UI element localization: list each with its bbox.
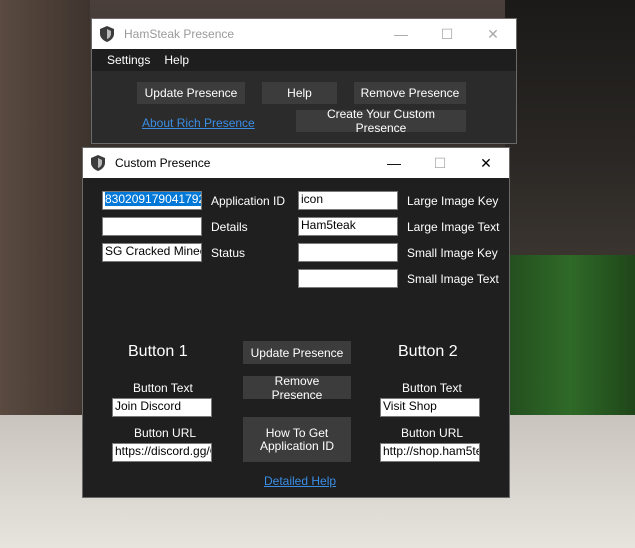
custom-window-titlebar[interactable]: Custom Presence — ☐ ✕	[83, 148, 509, 178]
create-custom-presence-button[interactable]: Create Your Custom Presence	[296, 107, 466, 135]
application-id-label: Application ID	[211, 194, 286, 208]
status-input[interactable]: SG Cracked Minecraft	[102, 243, 202, 262]
large-image-key-input[interactable]: icon	[298, 191, 398, 210]
how-to-line2: Application ID	[259, 438, 335, 453]
button2-url-label: Button URL	[401, 426, 464, 440]
how-to-line1: How To Get	[265, 425, 329, 440]
menu-help[interactable]: Help	[157, 49, 196, 71]
button1-url-label: Button URL	[134, 426, 197, 440]
custom-window-title: Custom Presence	[115, 156, 211, 170]
application-id-input[interactable]: 830209179041792095	[102, 191, 202, 210]
about-rich-presence-link[interactable]: About Rich Presence	[142, 116, 255, 130]
minimize-icon[interactable]: —	[378, 19, 424, 49]
maximize-icon[interactable]: ☐	[417, 148, 463, 178]
button1-url-input[interactable]: https://discord.gg/C	[112, 443, 212, 462]
custom-remove-presence-button[interactable]: Remove Presence	[243, 374, 351, 402]
large-image-text-label: Large Image Text	[407, 220, 500, 234]
button2-text-input[interactable]: Visit Shop	[380, 398, 480, 417]
button1-text-input[interactable]: Join Discord	[112, 398, 212, 417]
maximize-icon[interactable]: ☐	[424, 19, 470, 49]
custom-presence-window: Custom Presence — ☐ ✕ 830209179041792095…	[82, 147, 510, 498]
small-image-text-input[interactable]	[298, 269, 398, 288]
close-icon[interactable]: ✕	[470, 19, 516, 49]
menu-bar: Settings Help	[92, 49, 516, 71]
details-input[interactable]	[102, 217, 202, 236]
detailed-help-link[interactable]: Detailed Help	[264, 474, 336, 488]
small-image-key-label: Small Image Key	[407, 246, 498, 260]
button1-text-label: Button Text	[133, 381, 193, 395]
main-window-title: HamSteak Presence	[124, 27, 235, 41]
small-image-text-label: Small Image Text	[407, 272, 499, 286]
shield-icon	[91, 155, 107, 171]
close-icon[interactable]: ✕	[463, 148, 509, 178]
button1-heading: Button 1	[128, 343, 188, 360]
remove-presence-button[interactable]: Remove Presence	[354, 82, 466, 104]
main-window-titlebar[interactable]: HamSteak Presence — ☐ ✕	[92, 19, 516, 49]
button2-text-label: Button Text	[402, 381, 462, 395]
status-label: Status	[211, 246, 246, 260]
menu-settings[interactable]: Settings	[100, 49, 157, 71]
help-button[interactable]: Help	[262, 82, 337, 104]
custom-update-presence-button[interactable]: Update Presence	[243, 341, 351, 364]
details-label: Details	[211, 220, 248, 234]
main-window: HamSteak Presence — ☐ ✕ Settings Help Up…	[91, 18, 517, 144]
minimize-icon[interactable]: —	[371, 148, 417, 178]
large-image-key-label: Large Image Key	[407, 194, 499, 208]
button2-url-input[interactable]: http://shop.ham5teak	[380, 443, 480, 462]
shield-icon	[100, 26, 116, 42]
small-image-key-input[interactable]	[298, 243, 398, 262]
update-presence-button[interactable]: Update Presence	[137, 82, 245, 104]
how-to-get-application-id-button[interactable]: How To Get Application ID	[243, 417, 351, 462]
large-image-text-input[interactable]: Ham5teak	[298, 217, 398, 236]
button2-heading: Button 2	[398, 343, 458, 360]
